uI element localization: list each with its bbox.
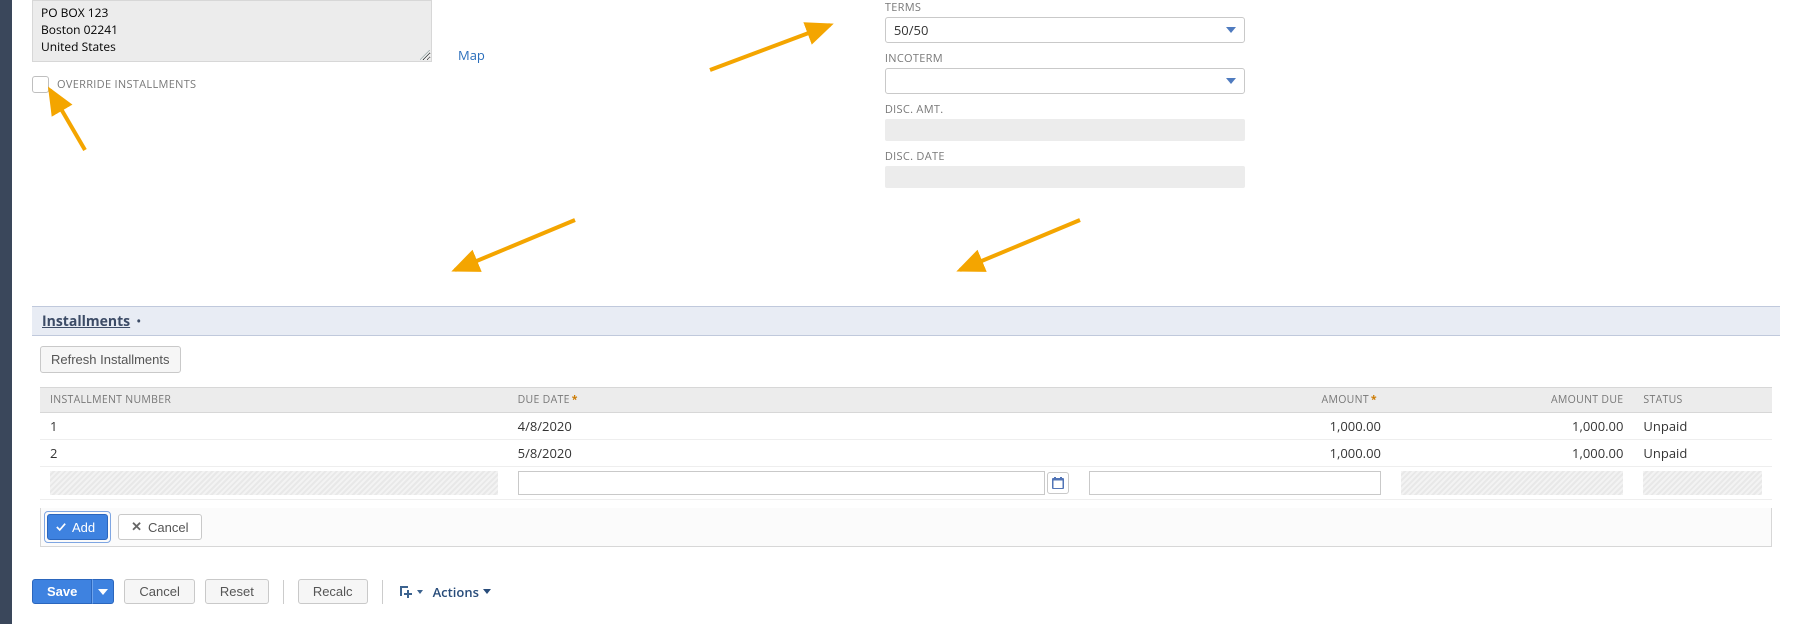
reset-button[interactable]: Reset (205, 579, 269, 604)
disc-date-label: DISC. DATE (885, 149, 1245, 164)
col-amount-due: AMOUNT DUE (1391, 388, 1633, 413)
map-link[interactable]: Map (458, 46, 485, 64)
col-status: STATUS (1633, 388, 1772, 413)
cell-num: 2 (40, 440, 508, 467)
cancel-button[interactable]: Cancel (124, 579, 194, 604)
app-left-bar (0, 0, 12, 624)
chevron-down-icon (483, 589, 491, 594)
terms-label: TERMS (885, 0, 1245, 15)
override-installments-checkbox[interactable] (32, 76, 49, 93)
col-due-date: DUE DATE* (508, 388, 1080, 413)
due-date-input[interactable] (518, 471, 1046, 495)
amount-input[interactable] (1089, 471, 1381, 495)
save-dropdown-button[interactable] (92, 579, 114, 604)
table-row[interactable]: 1 4/8/2020 1,000.00 1,000.00 Unpaid (40, 413, 1772, 440)
divider (283, 580, 284, 604)
col-installment-number: INSTALLMENT NUMBER (40, 388, 508, 413)
cell-status: Unpaid (1633, 413, 1772, 440)
calendar-icon[interactable] (1047, 472, 1069, 494)
chevron-down-icon (1226, 27, 1236, 33)
override-installments-label: OVERRIDE INSTALLMENTS (57, 77, 196, 92)
input-num-disabled (50, 471, 498, 495)
incoterm-dropdown[interactable] (885, 68, 1245, 94)
cancel-row-button[interactable]: ✕ Cancel (118, 514, 201, 540)
cell-amount-due: 1,000.00 (1391, 440, 1633, 467)
cell-due: 5/8/2020 (508, 440, 1080, 467)
actions-label: Actions (433, 583, 479, 601)
cell-amount-due: 1,000.00 (1391, 413, 1633, 440)
address-textarea[interactable]: PO BOX 123 Boston 02241 United States (32, 0, 432, 62)
chevron-down-icon (1226, 78, 1236, 84)
tab-indicator-icon: • (136, 312, 141, 331)
disc-amt-field (885, 119, 1245, 141)
tab-installments[interactable]: Installments (42, 312, 130, 331)
add-row-label: Add (72, 520, 95, 535)
chevron-down-icon (417, 590, 423, 594)
cell-status: Unpaid (1633, 440, 1772, 467)
close-icon: ✕ (131, 519, 142, 535)
recalc-button[interactable]: Recalc (298, 579, 368, 604)
input-amount-due-disabled (1401, 471, 1623, 495)
add-action-icon[interactable] (397, 583, 423, 601)
save-split-button[interactable]: Save (32, 579, 114, 604)
save-button[interactable]: Save (32, 579, 92, 604)
actions-menu[interactable]: Actions (433, 583, 491, 601)
incoterm-label: INCOTERM (885, 51, 1245, 66)
cancel-row-label: Cancel (148, 520, 188, 535)
col-amount: AMOUNT* (1079, 388, 1391, 413)
installments-table: INSTALLMENT NUMBER DUE DATE* AMOUNT* AMO… (40, 387, 1772, 500)
input-status-disabled (1643, 471, 1762, 495)
disc-date-field (885, 166, 1245, 188)
add-row-button[interactable]: Add (47, 514, 108, 540)
address-line: Boston 02241 (41, 22, 423, 39)
disc-amt-label: DISC. AMT. (885, 102, 1245, 117)
chevron-down-icon (98, 589, 108, 595)
table-input-row[interactable] (40, 467, 1772, 500)
cell-due: 4/8/2020 (508, 413, 1080, 440)
divider (382, 580, 383, 604)
cell-num: 1 (40, 413, 508, 440)
cell-amount: 1,000.00 (1079, 413, 1391, 440)
table-row[interactable]: 2 5/8/2020 1,000.00 1,000.00 Unpaid (40, 440, 1772, 467)
refresh-installments-button[interactable]: Refresh Installments (40, 346, 181, 373)
terms-value: 50/50 (894, 21, 929, 39)
address-line: United States (41, 39, 423, 56)
address-line: PO BOX 123 (41, 5, 423, 22)
terms-dropdown[interactable]: 50/50 (885, 17, 1245, 43)
cell-amount: 1,000.00 (1079, 440, 1391, 467)
